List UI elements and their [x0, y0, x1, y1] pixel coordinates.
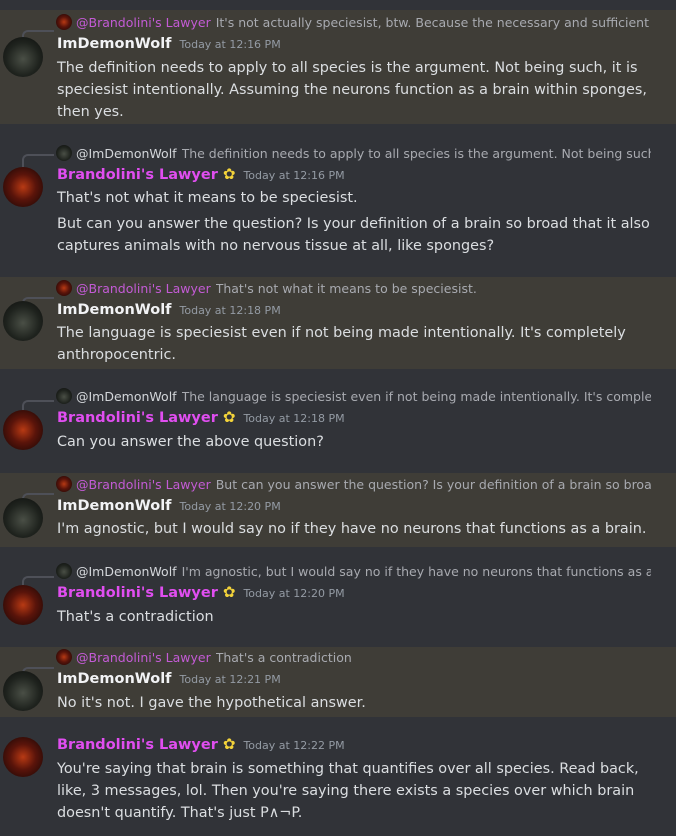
flower-badge-icon: ✿ — [222, 165, 236, 183]
avatar[interactable] — [3, 410, 43, 450]
reply-text: The definition needs to apply to all spe… — [181, 145, 651, 161]
message: @ImDemonWolf The definition needs to app… — [0, 124, 676, 276]
message: @ImDemonWolf The language is speciesist … — [0, 370, 676, 462]
message: @Brandolini's Lawyer But can you answer … — [0, 473, 676, 547]
message-text: The definition needs to apply to all spe… — [57, 60, 647, 120]
reply-preview[interactable]: @ImDemonWolf I'm agnostic, but I would s… — [56, 563, 651, 579]
reply-text: I'm agnostic, but I would say no if they… — [181, 563, 651, 579]
reply-avatar — [56, 476, 72, 492]
reply-text: That's not what it means to be speciesis… — [215, 280, 477, 296]
username[interactable]: ImDemonWolf — [57, 498, 172, 514]
message: @Brandolini's Lawyer That's a contradict… — [0, 647, 676, 717]
reply-preview[interactable]: @Brandolini's Lawyer That's a contradict… — [56, 649, 651, 665]
avatar[interactable] — [3, 737, 43, 777]
message-content: You're saying that brain is something th… — [57, 758, 662, 824]
username[interactable]: Brandolini's Lawyer — [57, 167, 218, 183]
reply-text: The language is speciesist even if not b… — [181, 388, 651, 404]
reply-text: That's a contradiction — [215, 649, 352, 665]
reply-avatar — [56, 14, 72, 30]
reply-text: It's not actually speciesist, btw. Becau… — [215, 14, 651, 30]
message-text: Can you answer the above question? — [57, 434, 324, 450]
timestamp: Today at 12:20 PM — [179, 500, 281, 513]
avatar[interactable] — [3, 301, 43, 341]
chat-log: @Brandolini's Lawyer It's not actually s… — [0, 0, 676, 836]
message: @ImDemonWolf I'm agnostic, but I would s… — [0, 548, 676, 646]
avatar[interactable] — [3, 167, 43, 207]
message-content: I'm agnostic, but I would say no if they… — [57, 518, 662, 540]
avatar[interactable] — [3, 37, 43, 77]
username[interactable]: Brandolini's Lawyer — [57, 585, 218, 601]
reply-avatar — [56, 649, 72, 665]
message-text: The language is speciesist even if not b… — [57, 325, 626, 363]
reply-preview[interactable]: @Brandolini's Lawyer That's not what it … — [56, 280, 651, 296]
reply-preview[interactable]: @Brandolini's Lawyer But can you answer … — [56, 476, 651, 492]
message-text: You're saying that brain is something th… — [57, 761, 639, 821]
message-text: That's not what it means to be speciesis… — [57, 190, 358, 206]
reply-preview[interactable]: @ImDemonWolf The language is speciesist … — [56, 388, 651, 404]
reply-author[interactable]: @Brandolini's Lawyer — [76, 477, 211, 492]
timestamp: Today at 12:16 PM — [179, 38, 281, 51]
avatar[interactable] — [3, 498, 43, 538]
reply-preview[interactable]: @Brandolini's Lawyer It's not actually s… — [56, 14, 651, 30]
message-text: That's a contradiction — [57, 609, 214, 625]
avatar[interactable] — [3, 585, 43, 625]
reply-preview[interactable]: @ImDemonWolf The definition needs to app… — [56, 145, 651, 161]
flower-badge-icon: ✿ — [222, 735, 236, 753]
reply-avatar — [56, 280, 72, 296]
timestamp: Today at 12:18 PM — [179, 304, 281, 317]
reply-avatar — [56, 388, 72, 404]
message-content: The language is speciesist even if not b… — [57, 322, 662, 366]
message-content: That's not what it means to be speciesis… — [57, 187, 662, 257]
message-text: No it's not. I gave the hypothetical ans… — [57, 695, 366, 711]
timestamp: Today at 12:20 PM — [243, 587, 345, 600]
message-text: But can you answer the question? Is your… — [57, 216, 650, 254]
message-content: That's a contradiction — [57, 606, 662, 628]
message-content: The definition needs to apply to all spe… — [57, 57, 662, 123]
message-content: No it's not. I gave the hypothetical ans… — [57, 692, 662, 714]
reply-author[interactable]: @ImDemonWolf — [76, 389, 177, 404]
reply-author[interactable]: @Brandolini's Lawyer — [76, 650, 211, 665]
username[interactable]: Brandolini's Lawyer — [57, 410, 218, 426]
reply-author[interactable]: @Brandolini's Lawyer — [76, 15, 211, 30]
reply-author[interactable]: @ImDemonWolf — [76, 146, 177, 161]
message-content: Can you answer the above question? — [57, 431, 662, 453]
avatar[interactable] — [3, 671, 43, 711]
reply-author[interactable]: @Brandolini's Lawyer — [76, 281, 211, 296]
flower-badge-icon: ✿ — [222, 408, 236, 426]
username[interactable]: ImDemonWolf — [57, 36, 172, 52]
username[interactable]: Brandolini's Lawyer — [57, 737, 218, 753]
username[interactable]: ImDemonWolf — [57, 302, 172, 318]
message: @Brandolini's Lawyer It's not actually s… — [0, 10, 676, 124]
reply-avatar — [56, 563, 72, 579]
reply-text: But can you answer the question? Is your… — [215, 476, 651, 492]
message-text: I'm agnostic, but I would say no if they… — [57, 521, 647, 537]
message: Brandolini's Lawyer ✿ Today at 12:22 PM … — [0, 718, 676, 836]
timestamp: Today at 12:16 PM — [243, 169, 345, 182]
timestamp: Today at 12:21 PM — [179, 673, 281, 686]
timestamp: Today at 12:22 PM — [243, 739, 345, 752]
username[interactable]: ImDemonWolf — [57, 671, 172, 687]
reply-avatar — [56, 145, 72, 161]
message: @Brandolini's Lawyer That's not what it … — [0, 277, 676, 369]
reply-author[interactable]: @ImDemonWolf — [76, 564, 177, 579]
flower-badge-icon: ✿ — [222, 583, 236, 601]
timestamp: Today at 12:18 PM — [243, 412, 345, 425]
